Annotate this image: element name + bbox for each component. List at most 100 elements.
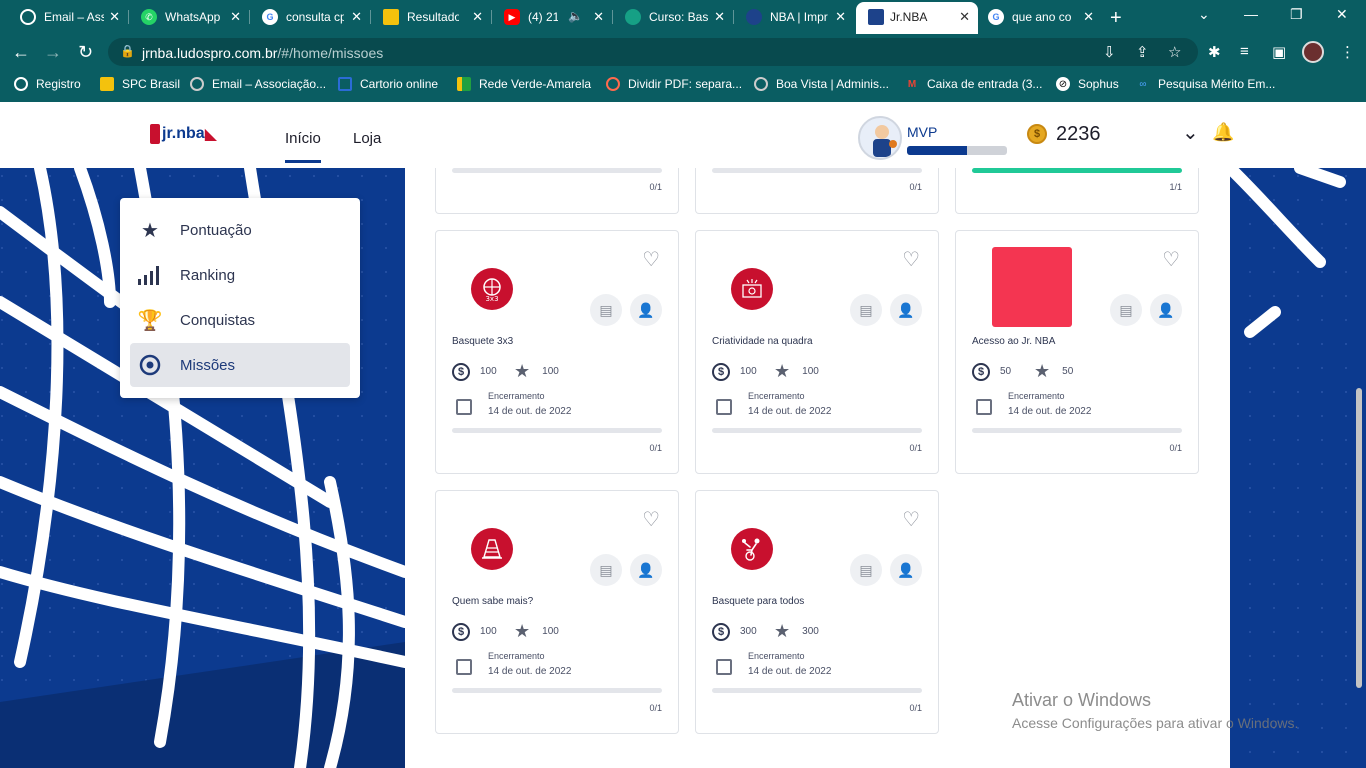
bookmark-item[interactable]: ∞ Pesquisa Mérito Em... [1136, 77, 1275, 91]
menu-item-conquistas[interactable]: 🏆 Conquistas [130, 298, 350, 342]
menu-item-ranking[interactable]: Ranking [130, 253, 350, 297]
close-icon[interactable]: ✕ [230, 9, 241, 25]
menu-icon[interactable]: ⋮ [1340, 43, 1355, 61]
side-panel-icon[interactable]: ▣ [1272, 43, 1286, 61]
bookmark-item[interactable]: M Caixa de entrada (3... [905, 77, 1043, 91]
bookmark-star-icon[interactable]: ☆ [1168, 43, 1181, 61]
lock-icon: 🔒 [120, 44, 135, 58]
user-icon[interactable]: 👤 [890, 294, 922, 326]
address-bar[interactable]: 🔒 jrnba.ludospro.com.br/#/home/missoes ⇩… [108, 38, 1198, 66]
browser-tab[interactable]: Resultado ✕ [363, 0, 491, 34]
new-tab-button[interactable]: + [1110, 7, 1122, 30]
url-host: jrnba.ludospro.com.br [142, 45, 278, 61]
bell-icon[interactable]: 🔔 [1212, 122, 1234, 143]
bookmark-item[interactable]: Dividir PDF: separa... [606, 77, 742, 91]
tab-title: Email – Ass [44, 10, 104, 24]
bookmark-item[interactable]: ⊘ Sophus [1056, 77, 1119, 91]
heart-icon[interactable]: ♡ [902, 507, 920, 532]
menu-item-pontuacao[interactable]: ★ Pontuação [130, 208, 350, 252]
close-icon[interactable]: ✕ [593, 9, 604, 25]
browser-tab[interactable]: Curso: Basi ✕ [605, 0, 733, 34]
heart-icon[interactable]: ♡ [1162, 247, 1180, 272]
coin-balance: 2236 [1056, 123, 1101, 145]
document-icon[interactable]: ▤ [850, 294, 882, 326]
nav-inicio[interactable]: Início [285, 130, 321, 163]
user-avatar[interactable] [858, 116, 902, 160]
bookmark-item[interactable]: SPC Brasil [100, 77, 180, 91]
mission-card-partial[interactable]: 0/1 [695, 168, 939, 214]
user-icon[interactable]: 👤 [890, 554, 922, 586]
end-date: 14 de out. de 2022 [748, 406, 832, 417]
reload-icon[interactable]: ↻ [78, 42, 93, 63]
bookmark-label: Cartorio online [360, 77, 439, 91]
menu-item-missoes[interactable]: Missões [130, 343, 350, 387]
restore-icon[interactable]: ❐ [1290, 6, 1303, 23]
bookmark-item[interactable]: Registro [14, 77, 81, 91]
sophus-icon: ⊘ [1056, 77, 1070, 91]
close-icon[interactable]: ✕ [714, 9, 725, 25]
mission-progress-count: 0/1 [909, 443, 922, 453]
missions-panel: 0/1 0/1 1/1 ♡ 3x3 ▤ 👤 Basquete 3x3 $ 100… [405, 168, 1230, 768]
close-icon[interactable]: ✕ [959, 9, 970, 25]
heart-icon[interactable]: ♡ [902, 247, 920, 272]
bookmark-item[interactable]: Rede Verde-Amarela [457, 77, 591, 91]
speaker-icon[interactable]: 🔈 [568, 9, 583, 23]
nav-loja[interactable]: Loja [353, 130, 381, 147]
document-icon[interactable]: ▤ [850, 554, 882, 586]
mission-rewards: $ 100 ★ 100 [452, 361, 559, 382]
mission-card[interactable]: ♡ ▤ 👤 Quem sabe mais? $ 100 ★ 100 Encerr… [435, 490, 679, 734]
close-icon[interactable]: ✕ [835, 9, 846, 25]
user-icon[interactable]: 👤 [1150, 294, 1182, 326]
mission-progress-count: 0/1 [649, 703, 662, 713]
bookmark-item[interactable]: Cartorio online [338, 77, 438, 91]
mission-card-partial[interactable]: 0/1 [435, 168, 679, 214]
user-icon[interactable]: 👤 [630, 554, 662, 586]
minimize-icon[interactable]: — [1244, 6, 1258, 22]
heart-icon[interactable]: ♡ [642, 247, 660, 272]
mission-rewards: $ 300 ★ 300 [712, 621, 819, 642]
extensions-icon[interactable]: ✱ [1208, 43, 1221, 61]
bookmark-item[interactable]: Boa Vista | Adminis... [754, 77, 889, 91]
document-icon[interactable]: ▤ [1110, 294, 1142, 326]
mission-card[interactable]: ♡ ▤ 👤 Criatividade na quadra $ 100 ★ 100… [695, 230, 939, 474]
gmail-icon: M [907, 78, 917, 90]
close-icon[interactable]: ✕ [472, 9, 483, 25]
url-text[interactable]: jrnba.ludospro.com.br/#/home/missoes [142, 45, 383, 61]
back-icon[interactable]: ← [12, 42, 30, 63]
close-icon[interactable]: ✕ [351, 9, 362, 25]
browser-tab[interactable]: ✆ WhatsApp ✕ [121, 0, 249, 34]
document-icon[interactable]: ▤ [590, 554, 622, 586]
chevron-down-icon[interactable]: ⌄ [1182, 120, 1199, 145]
heart-icon[interactable]: ♡ [642, 507, 660, 532]
install-icon[interactable]: ⇩ [1103, 43, 1116, 61]
mission-card[interactable]: ♡ ▤ 👤 Acesso ao Jr. NBA $ 50 ★ 50 Encerr… [955, 230, 1199, 474]
jrnba-icon [868, 9, 884, 25]
jr-nba-logo[interactable]: jr.nba ◣ [150, 122, 217, 146]
close-icon[interactable]: ✕ [1083, 9, 1094, 25]
user-icon[interactable]: 👤 [630, 294, 662, 326]
profile-avatar[interactable] [1302, 41, 1324, 63]
mission-card-partial[interactable]: 1/1 [955, 168, 1199, 214]
mission-card[interactable]: ♡ 3x3 ▤ 👤 Basquete 3x3 $ 100 ★ 100 Encer… [435, 230, 679, 474]
bookmark-item[interactable]: Email – Associação... [190, 77, 326, 91]
globe-icon [14, 77, 28, 91]
page-scrollbar[interactable] [1356, 388, 1362, 688]
document-icon[interactable]: ▤ [590, 294, 622, 326]
forward-icon[interactable]: → [44, 42, 62, 63]
mission-card[interactable]: ♡ ▤ 👤 Basquete para todos $ 300 ★ 300 En… [695, 490, 939, 734]
youtube-icon: ▶ [504, 9, 520, 25]
tab-search-icon[interactable]: ⌄ [1198, 6, 1210, 23]
media-control-icon[interactable]: ≡ [1240, 43, 1249, 60]
browser-tab[interactable]: G que ano co ✕ [980, 0, 1102, 34]
browser-tab[interactable]: G consulta cp ✕ [242, 0, 370, 34]
browser-tab-active[interactable]: Jr.NBA ✕ [856, 2, 978, 34]
tab-title: consulta cp [286, 10, 344, 24]
close-icon[interactable]: ✕ [109, 9, 120, 25]
share-icon[interactable]: ⇪ [1136, 43, 1149, 61]
browser-tab[interactable]: Email – Ass ✕ [0, 0, 128, 34]
window-close-icon[interactable]: ✕ [1336, 6, 1348, 23]
mission-progress-count: 0/1 [649, 182, 662, 192]
mission-progress-bar [972, 428, 1182, 433]
browser-tab[interactable]: NBA | Impr ✕ [726, 0, 854, 34]
browser-tab[interactable]: ▶ (4) 21 🔈 ✕ [484, 0, 612, 34]
